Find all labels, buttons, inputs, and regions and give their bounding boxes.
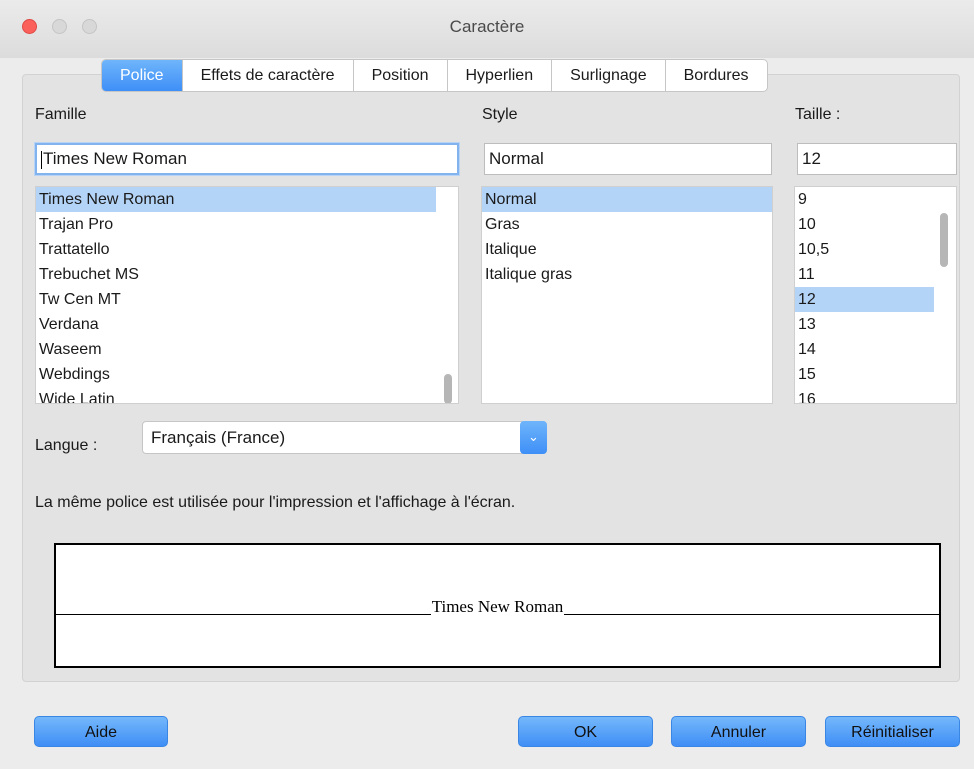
tab-hyperlien[interactable]: Hyperlien: [448, 60, 553, 91]
tab-effets-de-caractere[interactable]: Effets de caractère: [183, 60, 354, 91]
style-list[interactable]: Normal Gras Italique Italique gras: [481, 186, 773, 404]
size-list-item[interactable]: 9: [795, 187, 934, 212]
size-list-item[interactable]: 13: [795, 312, 934, 337]
size-list-item[interactable]: 15: [795, 362, 934, 387]
family-list-item[interactable]: Verdana: [36, 312, 458, 337]
family-list-item[interactable]: Times New Roman: [36, 187, 436, 212]
family-list-item[interactable]: Waseem: [36, 337, 458, 362]
tab-position[interactable]: Position: [354, 60, 448, 91]
language-select-value: Français (France): [151, 428, 286, 447]
family-label: Famille: [35, 106, 87, 123]
family-list-item[interactable]: Webdings: [36, 362, 458, 387]
size-list-item[interactable]: 14: [795, 337, 934, 362]
size-list-item[interactable]: 16: [795, 387, 934, 403]
style-list-item[interactable]: Italique: [482, 237, 772, 262]
family-list-scrollbar[interactable]: [444, 374, 452, 403]
family-list[interactable]: Times New Roman Trajan Pro Trattatello T…: [35, 186, 459, 404]
size-list-item[interactable]: 12: [795, 287, 934, 312]
font-preview: Times New Roman: [54, 543, 941, 668]
family-input[interactable]: Times New Roman: [35, 143, 459, 175]
style-label: Style: [482, 106, 518, 123]
size-label: Taille :: [795, 106, 841, 123]
size-list-scrollbar[interactable]: [940, 213, 948, 267]
preview-text: Times New Roman: [430, 597, 565, 616]
family-input-value: Times New Roman: [43, 149, 187, 168]
language-select[interactable]: Français (France) ⌄: [142, 421, 547, 454]
tab-police[interactable]: Police: [102, 60, 183, 91]
info-text: La même police est utilisée pour l'impre…: [35, 494, 516, 511]
reset-button[interactable]: Réinitialiser: [825, 716, 960, 747]
size-list-item[interactable]: 10: [795, 212, 934, 237]
ok-button[interactable]: OK: [518, 716, 653, 747]
style-list-item[interactable]: Gras: [482, 212, 772, 237]
size-list-item[interactable]: 10,5: [795, 237, 934, 262]
title-bar: Caractère: [0, 0, 974, 58]
style-list-item[interactable]: Italique gras: [482, 262, 772, 287]
family-list-item[interactable]: Trajan Pro: [36, 212, 458, 237]
window-title: Caractère: [449, 17, 525, 36]
size-list-item[interactable]: 11: [795, 262, 934, 287]
language-label: Langue :: [35, 437, 98, 454]
size-list[interactable]: 9 10 10,5 11 12 13 14 15 16: [794, 186, 957, 404]
tab-bordures[interactable]: Bordures: [666, 60, 767, 91]
preview-sample: Times New Roman: [56, 597, 939, 617]
family-list-item[interactable]: Trattatello: [36, 237, 458, 262]
help-button[interactable]: Aide: [34, 716, 168, 747]
chevron-down-icon[interactable]: ⌄: [520, 421, 547, 454]
family-list-item[interactable]: Wide Latin: [36, 387, 458, 403]
family-list-item[interactable]: Trebuchet MS: [36, 262, 458, 287]
character-dialog: Caractère Police Effets de caractère Pos…: [0, 0, 974, 769]
text-cursor: [41, 150, 42, 169]
style-list-item[interactable]: Normal: [482, 187, 772, 212]
tab-surlignage[interactable]: Surlignage: [552, 60, 666, 91]
cancel-button[interactable]: Annuler: [671, 716, 806, 747]
tab-bar: Police Effets de caractère Position Hype…: [101, 59, 768, 92]
style-input[interactable]: Normal: [484, 143, 772, 175]
family-list-item[interactable]: Tw Cen MT: [36, 287, 458, 312]
size-input[interactable]: 12: [797, 143, 957, 175]
